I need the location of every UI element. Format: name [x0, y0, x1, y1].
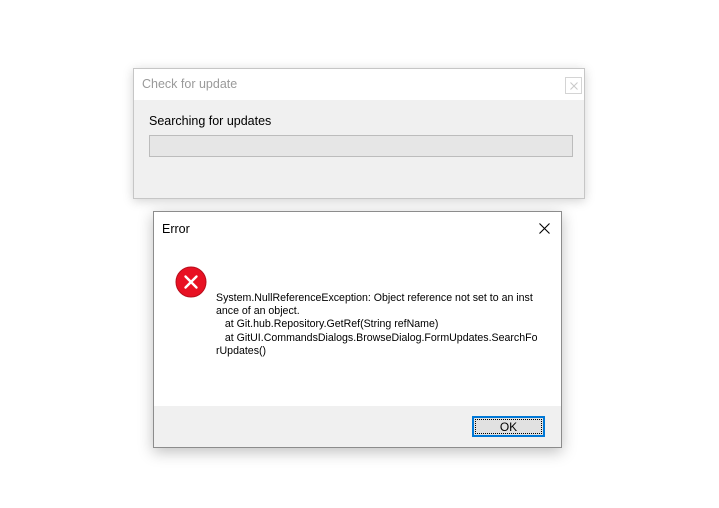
error-dialog-footer: OK [154, 406, 561, 447]
update-dialog-title: Check for update [142, 77, 238, 91]
error-close-button[interactable] [534, 219, 556, 239]
error-dialog: Error System.NullReferenceException: Obj… [153, 211, 562, 448]
ok-button[interactable]: OK [472, 416, 545, 437]
close-icon [539, 223, 550, 234]
update-close-button[interactable] [565, 77, 582, 94]
error-dialog-title: Error [162, 222, 190, 236]
check-for-update-dialog: Check for update Searching for updates [133, 68, 585, 199]
update-titlebar: Check for update [134, 69, 584, 100]
update-progress-bar [149, 135, 573, 157]
error-message-text: System.NullReferenceException: Object re… [216, 292, 538, 357]
close-icon [570, 82, 578, 90]
update-status-label: Searching for updates [149, 114, 272, 128]
ok-button-label: OK [499, 419, 518, 434]
error-icon [175, 266, 207, 298]
